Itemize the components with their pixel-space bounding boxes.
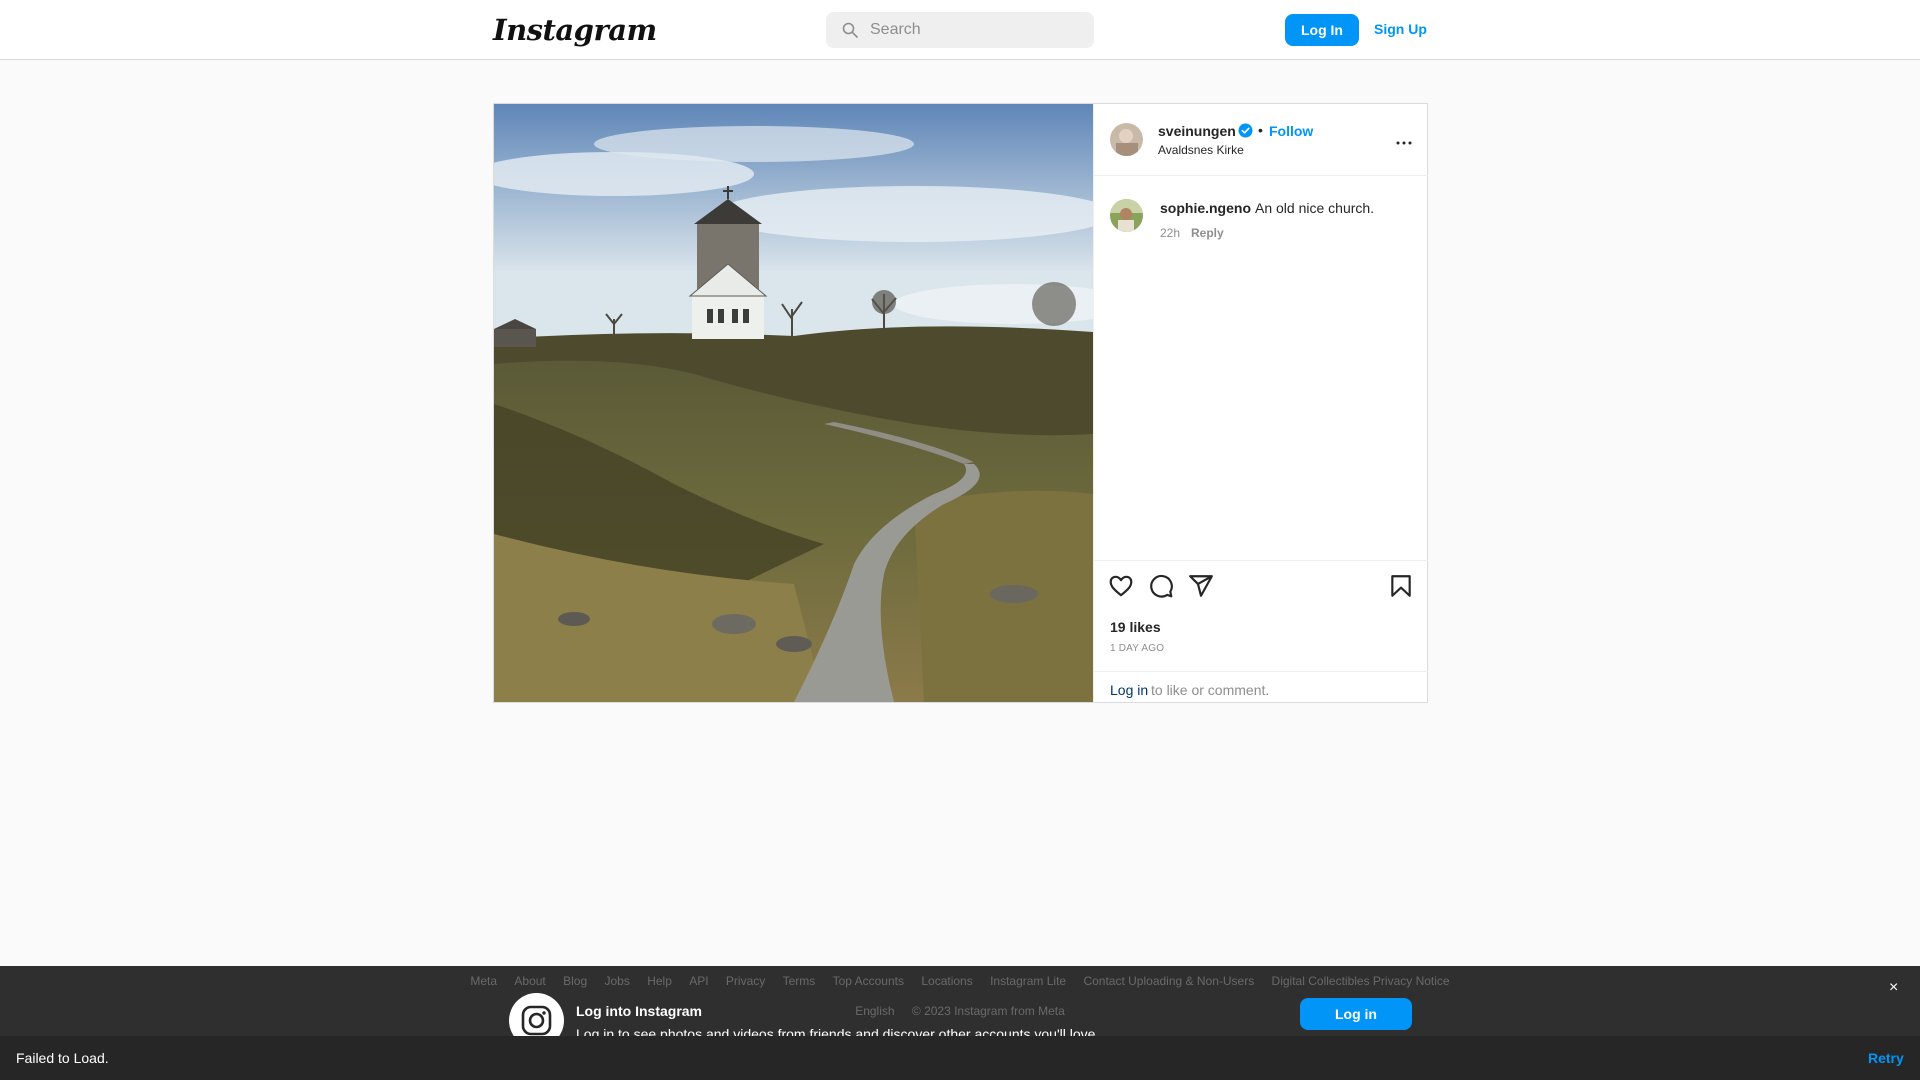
comment-reply-button[interactable]: Reply: [1191, 226, 1224, 240]
language-selector[interactable]: English: [855, 1004, 894, 1018]
banner-title: Log into Instagram: [576, 1003, 702, 1019]
login-prompt: Log in to like or comment.: [1094, 671, 1428, 703]
footer-links: Meta About Blog Jobs Help API Privacy Te…: [0, 974, 1920, 988]
heart-icon[interactable]: [1108, 573, 1134, 599]
comment-item: sophie.ngeno An old nice church. 22h Rep…: [1094, 176, 1428, 256]
top-nav: Instagram Log In Sign Up: [0, 0, 1920, 60]
footer-meta: English © 2023 Instagram from Meta: [0, 1004, 1920, 1018]
footer-link[interactable]: Top Accounts: [833, 974, 904, 988]
footer-link[interactable]: Locations: [921, 974, 972, 988]
follow-button[interactable]: Follow: [1269, 123, 1313, 139]
footer-link[interactable]: Blog: [563, 974, 587, 988]
search-box[interactable]: [826, 12, 1094, 48]
footer-link[interactable]: Contact Uploading & Non-Users: [1083, 974, 1254, 988]
login-prompt-text: to like or comment.: [1151, 682, 1270, 698]
footer-link[interactable]: API: [689, 974, 708, 988]
post-sidebar: sveinungen • Follow Avaldsnes Kirke soph…: [1093, 104, 1428, 702]
post-card: sveinungen • Follow Avaldsnes Kirke soph…: [493, 103, 1428, 703]
post-timestamp[interactable]: 1 DAY AGO: [1110, 643, 1164, 654]
search-input[interactable]: [870, 12, 1080, 48]
comment-timestamp[interactable]: 22h: [1160, 226, 1180, 240]
search-icon: [842, 22, 858, 38]
comment-text: An old nice church.: [1255, 200, 1375, 216]
author-username[interactable]: sveinungen: [1158, 123, 1236, 139]
footer-link[interactable]: Jobs: [604, 974, 629, 988]
footer-link[interactable]: Terms: [783, 974, 816, 988]
login-link[interactable]: Log in: [1110, 682, 1148, 698]
share-icon[interactable]: [1188, 573, 1214, 599]
bookmark-icon[interactable]: [1388, 573, 1414, 599]
footer-link[interactable]: Help: [647, 974, 672, 988]
footer-link[interactable]: Instagram Lite: [990, 974, 1066, 988]
error-message: Failed to Load.: [16, 1050, 109, 1066]
footer-link[interactable]: Privacy: [726, 974, 765, 988]
post-image[interactable]: [494, 104, 1093, 702]
author-avatar[interactable]: [1110, 123, 1143, 156]
more-options-icon[interactable]: [1392, 131, 1416, 155]
commenter-avatar[interactable]: [1110, 199, 1143, 232]
login-button[interactable]: Log In: [1285, 14, 1359, 46]
signup-link[interactable]: Sign Up: [1374, 21, 1427, 37]
footer-link[interactable]: Digital Collectibles Privacy Notice: [1272, 974, 1450, 988]
footer-link[interactable]: Meta: [470, 974, 497, 988]
copyright: © 2023 Instagram from Meta: [911, 1004, 1065, 1018]
comment-username[interactable]: sophie.ngeno: [1160, 200, 1251, 216]
retry-button[interactable]: Retry: [1868, 1050, 1904, 1066]
post-location[interactable]: Avaldsnes Kirke: [1158, 143, 1244, 157]
banner-login-button[interactable]: Log in: [1300, 998, 1412, 1030]
likes-count[interactable]: 19 likes: [1110, 619, 1161, 635]
verified-badge-icon: [1238, 123, 1253, 138]
error-toast: Failed to Load. Retry: [0, 1036, 1920, 1080]
instagram-logo[interactable]: Instagram: [493, 13, 657, 47]
close-icon[interactable]: ×: [1889, 979, 1898, 997]
post-actions: 19 likes 1 DAY AGO Log in to like or com…: [1094, 560, 1428, 702]
separator-dot: •: [1258, 122, 1263, 138]
footer-link[interactable]: About: [514, 974, 545, 988]
church-landscape-photo: [494, 104, 1093, 702]
post-header: sveinungen • Follow Avaldsnes Kirke: [1094, 104, 1428, 176]
comment-icon[interactable]: [1148, 573, 1174, 599]
